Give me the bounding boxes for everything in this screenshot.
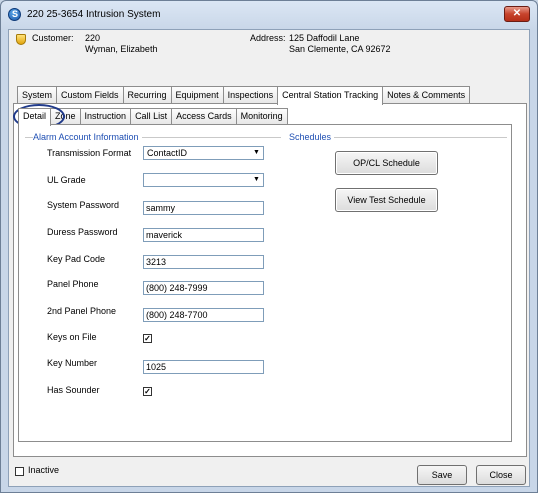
window-title: 220 25-3654 Intrusion System	[27, 9, 161, 20]
central-station-panel: Detail Zone Instruction Call List Access…	[13, 103, 527, 457]
chevron-down-icon[interactable]: ▼	[251, 175, 262, 185]
sub-tab-strip: Detail Zone Instruction Call List Access…	[18, 108, 288, 126]
app-icon-letter: S	[12, 9, 19, 19]
alarm-group-title: Alarm Account Information	[33, 132, 142, 142]
close-window-button[interactable]: ✕	[504, 6, 530, 22]
inactive-label: Inactive	[28, 465, 60, 475]
tab-system[interactable]: System	[17, 86, 58, 104]
window: S 220 25-3654 Intrusion System ✕ Custome…	[0, 0, 538, 493]
address-label: Address:	[250, 33, 286, 43]
app-icon: S	[8, 8, 21, 21]
subtab-zone[interactable]: Zone	[50, 108, 81, 125]
keys-on-file-checkbox[interactable]: ✓	[143, 334, 152, 343]
customer-label: Customer:	[32, 33, 74, 43]
keypad-code-label: Key Pad Code	[47, 254, 106, 264]
subtab-call-list[interactable]: Call List	[130, 108, 173, 125]
duress-password-label: Duress Password	[47, 227, 118, 237]
detail-panel: Alarm Account Information Transmission F…	[18, 124, 512, 442]
has-sounder-checkbox[interactable]: ✓	[143, 387, 152, 396]
subtab-detail[interactable]: Detail	[18, 108, 52, 126]
close-button[interactable]: Close	[476, 465, 526, 485]
view-test-schedule-button[interactable]: View Test Schedule	[335, 188, 438, 212]
tab-central-station-tracking[interactable]: Central Station Tracking	[277, 86, 384, 105]
system-password-label: System Password	[47, 200, 120, 210]
transmission-format-value: ContactID	[147, 148, 188, 158]
address-line-2: San Clemente, CA 92672	[289, 44, 391, 54]
save-button[interactable]: Save	[417, 465, 467, 485]
address-line-1: 125 Daffodil Lane	[289, 33, 360, 43]
tab-equipment[interactable]: Equipment	[170, 86, 224, 104]
keys-on-file-label: Keys on File	[47, 332, 97, 342]
check-icon: ✓	[144, 334, 151, 343]
customer-name: Wyman, Elizabeth	[85, 44, 158, 54]
panel-phone-input[interactable]: (800) 248-7999	[143, 281, 264, 295]
tab-recurring[interactable]: Recurring	[122, 86, 172, 104]
title-bar[interactable]: S 220 25-3654 Intrusion System ✕	[1, 1, 537, 29]
client-area: Customer: 220 Wyman, Elizabeth Address: …	[8, 29, 530, 487]
keypad-code-input[interactable]: 3213	[143, 255, 264, 269]
tab-inspections[interactable]: Inspections	[222, 86, 279, 104]
transmission-format-select[interactable]: ContactID ▼	[143, 146, 264, 160]
ul-grade-label: UL Grade	[47, 175, 86, 185]
key-number-input[interactable]: 1025	[143, 360, 264, 374]
tab-notes-comments[interactable]: Notes & Comments	[382, 86, 471, 104]
tab-custom-fields[interactable]: Custom Fields	[56, 86, 124, 104]
panel-phone-label: Panel Phone	[47, 279, 99, 289]
subtab-access-cards[interactable]: Access Cards	[171, 108, 237, 125]
panel-phone-2-input[interactable]: (800) 248-7700	[143, 308, 264, 322]
subtab-monitoring[interactable]: Monitoring	[235, 108, 288, 125]
key-number-label: Key Number	[47, 358, 98, 368]
subtab-instruction[interactable]: Instruction	[79, 108, 132, 125]
main-tab-strip: System Custom Fields Recurring Equipment…	[17, 86, 471, 105]
panel-phone-2-label: 2nd Panel Phone	[47, 306, 117, 316]
customer-number: 220	[85, 33, 101, 43]
schedules-group-title: Schedules	[289, 132, 335, 142]
system-password-input[interactable]: sammy	[143, 201, 264, 215]
shield-icon	[16, 34, 26, 45]
ul-grade-select[interactable]: ▼	[143, 173, 264, 187]
inactive-checkbox[interactable]	[15, 467, 24, 476]
chevron-down-icon[interactable]: ▼	[251, 148, 262, 158]
transmission-format-label: Transmission Format	[47, 148, 132, 158]
has-sounder-label: Has Sounder	[47, 385, 100, 395]
check-icon: ✓	[144, 387, 151, 396]
duress-password-input[interactable]: maverick	[143, 228, 264, 242]
opcl-schedule-button[interactable]: OP/CL Schedule	[335, 151, 438, 175]
